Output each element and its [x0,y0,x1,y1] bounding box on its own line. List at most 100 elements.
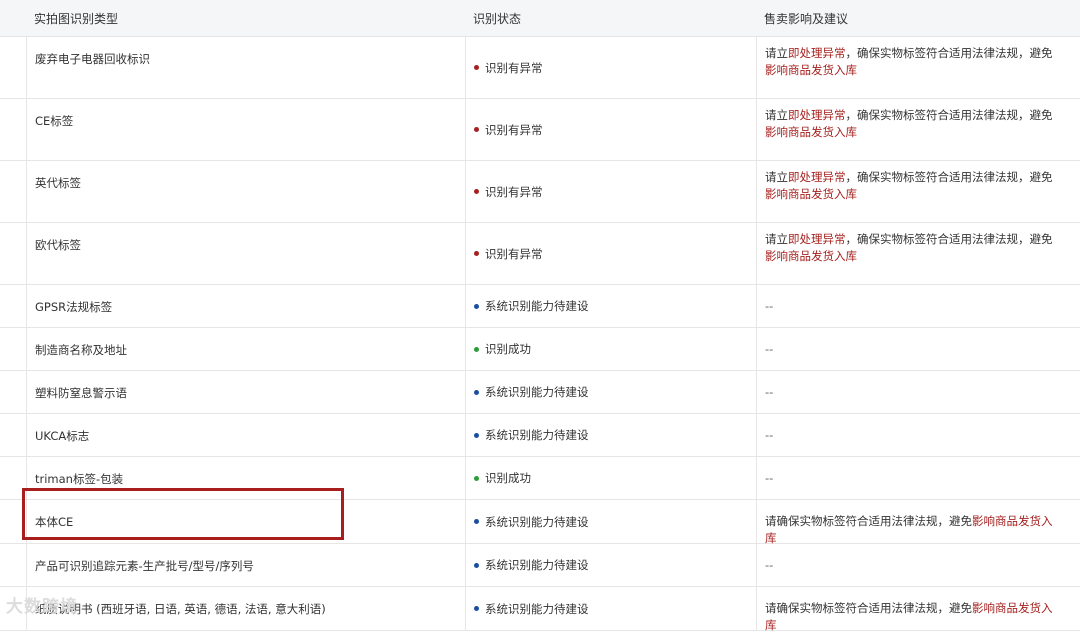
status-text: 识别有异常 [485,60,543,75]
header-type: 实拍图识别类型 [34,11,119,26]
advice-normal: 请确保实物标签符合适用法律法规，避免 [765,514,972,528]
cell-type: UKCA标志 [26,414,465,456]
cell-status: 系统识别能力待建设 [465,587,756,630]
table-row: 废弃电子电器回收标识 识别有异常 请立即处理异常，确保实物标签符合适用法律法规，避免… [0,37,1080,99]
label-type-name: 纸质说明书 (西班牙语, 日语, 英语, 德语, 法语, 意大利语) [35,602,326,616]
advice-normal: 请立 [765,108,788,122]
status-text: 系统识别能力待建设 [485,299,589,313]
cell-status: 识别有异常 [465,161,756,222]
cell-status: 识别有异常 [465,223,756,284]
cell-type: 产品可识别追踪元素-生产批号/型号/序列号 [26,544,465,586]
table-row: 制造商名称及地址 识别成功 -- [0,328,1080,371]
cell-advice: 请确保实物标签符合适用法律法规，避免影响商品发货入库 [756,587,1080,632]
status-text: 识别成功 [485,471,531,485]
advice-text: 请确保实物标签符合适用法律法规，避免影响商品发货入库 [765,513,1062,547]
status-text: 系统识别能力待建设 [485,428,589,442]
status-dot-icon [474,346,479,352]
status-text: 识别有异常 [485,184,543,199]
label-type-name: UKCA标志 [35,429,90,443]
table-row: 纸质说明书 (西班牙语, 日语, 英语, 德语, 法语, 意大利语) 系统识别能力… [0,587,1080,632]
advice-highlight: 即处理异常 [788,108,846,122]
label-type-name: 产品可识别追踪元素-生产批号/型号/序列号 [35,559,254,573]
advice-empty: -- [765,428,774,442]
cell-advice: 请立即处理异常，确保实物标签符合适用法律法规，避免影响商品发货入库 [756,223,1080,284]
cell-status: 系统识别能力待建设 [465,414,756,456]
label-type-name: 制造商名称及地址 [35,343,127,357]
advice-highlight: 影响商品发货入库 [765,125,857,139]
advice-highlight: 即处理异常 [788,232,846,246]
cell-status: 识别有异常 [465,99,756,160]
cell-advice: -- [756,328,1080,370]
table-row: CE标签识别有异常 请立即处理异常，确保实物标签符合适用法律法规，避免影响商品发货… [0,99,1080,161]
cell-type: 欧代标签 [26,223,465,284]
status-dot-icon [474,389,479,395]
advice-empty: -- [765,385,774,399]
advice-normal: ，确保实物标签符合适用法律法规，避免 [845,46,1053,60]
status-dot-icon [474,562,479,568]
advice-normal: 请确保实物标签符合适用法律法规，避免 [765,601,972,615]
cell-advice: -- [756,544,1080,586]
advice-highlight: 影响商品发货入库 [765,187,857,201]
cell-advice: 请立即处理异常，确保实物标签符合适用法律法规，避免影响商品发货入库 [756,37,1080,98]
advice-empty: -- [765,342,774,356]
header-advice: 售卖影响及建议 [764,11,849,26]
cell-type: 纸质说明书 (西班牙语, 日语, 英语, 德语, 法语, 意大利语) [26,587,465,630]
cell-advice: 请立即处理异常，确保实物标签符合适用法律法规，避免影响商品发货入库 [756,161,1080,222]
cell-status: 系统识别能力待建设 [465,371,756,413]
advice-highlight: 即处理异常 [788,170,846,184]
advice-text: 请立即处理异常，确保实物标签符合适用法律法规，避免影响商品发货入库 [765,231,1062,265]
status-text: 系统识别能力待建设 [485,514,589,529]
label-type-name: 废弃电子电器回收标识 [35,52,150,66]
status-dot-icon [474,475,479,481]
label-type-name: 英代标签 [35,176,81,190]
highlight-box [22,488,344,540]
status-dot-icon [474,303,479,309]
table-row: 英代标签识别有异常 请立即处理异常，确保实物标签符合适用法律法规，避免影响商品发货… [0,161,1080,223]
status-dot-icon [474,519,479,524]
status-dot-icon [474,65,479,70]
cell-status: 识别有异常 [465,37,756,98]
advice-highlight: 影响商品发货入库 [765,249,857,263]
cell-advice: -- [756,457,1080,499]
advice-empty: -- [765,471,774,485]
table-row: 欧代标签 识别有异常 请立即处理异常，确保实物标签符合适用法律法规，避免影响商品发货… [0,223,1080,285]
table-row: 塑料防窒息警示语 系统识别能力待建设 -- [0,371,1080,414]
advice-normal: ，确保实物标签符合适用法律法规，避免 [845,232,1053,246]
status-dot-icon [474,251,479,256]
cell-status: 系统识别能力待建设 [465,285,756,327]
advice-normal: ，确保实物标签符合适用法律法规，避免 [845,108,1053,122]
label-type-name: 塑料防窒息警示语 [35,386,127,400]
advice-text: 请立即处理异常，确保实物标签符合适用法律法规，避免影响商品发货入库 [765,45,1062,79]
advice-empty: -- [765,299,774,313]
table-row: UKCA标志 系统识别能力待建设 -- [0,414,1080,457]
advice-normal: 请立 [765,170,788,184]
cell-status: 识别成功 [465,328,756,370]
status-text: 系统识别能力待建设 [485,385,589,399]
table-header: 实拍图识别类型 识别状态 售卖影响及建议 [0,0,1080,37]
status-text: 识别有异常 [485,246,543,261]
advice-text: 请立即处理异常，确保实物标签符合适用法律法规，避免影响商品发货入库 [765,107,1062,141]
status-dot-icon [474,189,479,194]
label-type-name: CE标签 [35,114,74,128]
cell-type: CE标签 [26,99,465,160]
status-dot-icon [474,606,479,611]
advice-normal: ，确保实物标签符合适用法律法规，避免 [845,170,1053,184]
advice-text: 请立即处理异常，确保实物标签符合适用法律法规，避免影响商品发货入库 [765,169,1062,203]
label-type-name: 欧代标签 [35,238,81,252]
status-text: 识别成功 [485,342,531,356]
label-type-name: GPSR法规标签 [35,300,113,314]
cell-status: 识别成功 [465,457,756,499]
status-dot-icon [474,127,479,132]
header-status: 识别状态 [473,11,522,26]
cell-advice: 请立即处理异常，确保实物标签符合适用法律法规，避免影响商品发货入库 [756,99,1080,160]
table-body: 废弃电子电器回收标识 识别有异常 请立即处理异常，确保实物标签符合适用法律法规，避免… [0,37,1080,632]
status-text: 识别有异常 [485,122,543,137]
cell-advice: 请确保实物标签符合适用法律法规，避免影响商品发货入库 [756,500,1080,545]
cell-status: 系统识别能力待建设 [465,544,756,586]
advice-highlight: 影响商品发货入库 [765,63,857,77]
table-row: 产品可识别追踪元素-生产批号/型号/序列号 系统识别能力待建设 -- [0,544,1080,587]
status-text: 系统识别能力待建设 [485,558,589,572]
advice-normal: 请立 [765,46,788,60]
label-type-name: triman标签-包装 [35,472,124,486]
cell-advice: -- [756,371,1080,413]
